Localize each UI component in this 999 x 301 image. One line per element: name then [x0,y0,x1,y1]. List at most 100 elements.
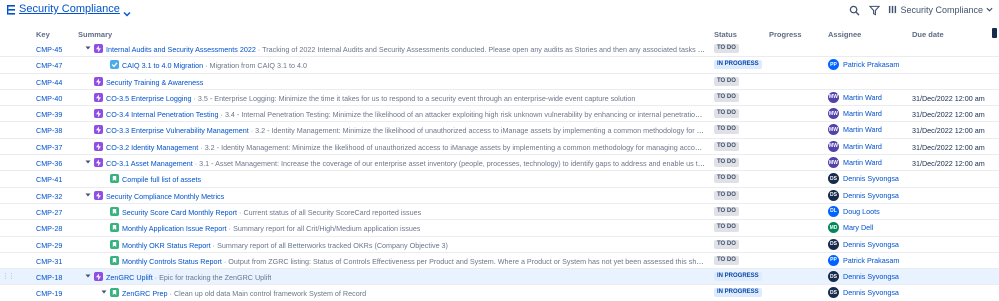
table-row[interactable]: CMP-32 Security Compliance Monthly Metric… [0,188,999,204]
issue-title-link[interactable]: Monthly Controls Status Report [122,257,222,266]
chevron-down-icon[interactable] [84,158,92,166]
column-header-progress[interactable]: Progress [769,30,802,39]
filter-icon[interactable] [868,4,880,16]
issue-key-link[interactable]: CMP-45 [36,45,62,54]
status-badge[interactable]: TO DO [714,223,739,233]
chevron-down-icon[interactable] [84,191,92,199]
chevron-down-icon[interactable] [100,288,108,296]
issue-key-link[interactable]: CMP-27 [36,208,62,217]
assignee-cell[interactable]: MW Martin Ward [828,108,882,120]
issue-key-link[interactable]: CMP-44 [36,78,62,87]
table-row[interactable]: CMP-29 Monthly OKR Status Report · Summar… [0,237,999,253]
issue-key-link[interactable]: CMP-28 [36,224,62,233]
issue-key-link[interactable]: CMP-29 [36,241,62,250]
assignee-cell[interactable]: DS Dennis Syvongsa [828,271,899,283]
assignee-cell[interactable]: PP Patrick Prakasam [828,254,899,266]
status-badge[interactable]: TO DO [714,125,739,135]
table-row[interactable]: CMP-28 Monthly Application Issue Report ·… [0,220,999,237]
issue-title-link[interactable]: CAIQ 3.1 to 4.0 Migration [122,61,203,70]
status-badge[interactable]: TO DO [714,141,739,151]
table-row[interactable]: CMP-47 CAIQ 3.1 to 4.0 Migration · Migrat… [0,57,999,74]
issue-title-link[interactable]: ZenGRC Uplift [106,273,153,282]
assignee-cell[interactable]: DS Dennis Syvongsa [828,287,899,299]
issue-key-link[interactable]: CMP-36 [36,159,62,168]
issue-key-link[interactable]: CMP-18 [36,273,62,282]
issue-title-link[interactable]: CO-3.4 Internal Penetration Testing [106,110,219,119]
status-badge[interactable]: TO DO [714,44,739,53]
issue-key-link[interactable]: CMP-39 [36,110,62,119]
issue-title-link[interactable]: CO-3.5 Enterprise Logging [106,94,192,103]
issue-title-link[interactable]: ZenGRC Prep [122,289,168,298]
status-badge[interactable]: TO DO [714,239,739,249]
assignee-cell[interactable]: MW Martin Ward [828,124,882,136]
issue-title-link[interactable]: Internal Audits and Security Assessments… [106,45,256,54]
issue-title-link[interactable]: Compile full list of assets [122,175,201,184]
assignee-cell[interactable]: MW Martin Ward [828,157,882,169]
issue-title-link[interactable]: Security Compliance Monthly Metrics [106,192,224,201]
table-row[interactable]: CMP-36 CO-3.1 Asset Management · 3.1 - As… [0,155,999,172]
table-row[interactable]: CMP-45 Internal Audits and Security Asses… [0,41,999,58]
issue-title-link[interactable]: Monthly Application Issue Report [122,224,227,233]
issue-key-link[interactable]: CMP-32 [36,192,62,201]
status-badge[interactable]: TO DO [714,190,739,200]
chevron-down-icon[interactable] [84,44,92,52]
chevron-down-icon[interactable] [84,272,92,280]
table-row[interactable]: CMP-19 ZenGRC Prep · Clean up old data Ma… [0,285,999,301]
search-icon[interactable] [848,4,860,16]
plan-title-selector[interactable]: Security Compliance [6,3,131,17]
assignee-cell[interactable]: MD Mary Dell [828,222,873,234]
issue-description: Migration from CAIQ 3.1 to 4.0 [209,61,307,71]
status-badge[interactable]: TO DO [714,92,739,102]
issue-key-link[interactable]: CMP-47 [36,61,62,70]
column-header-due-date[interactable]: Due date [912,30,944,39]
issue-key-link[interactable]: CMP-38 [36,126,62,135]
issue-description: 3.4 - Internal Penetration Testing: Mini… [224,110,706,120]
issue-title-link[interactable]: CO-3.3 Enterprise Vulnerability Manageme… [106,126,249,135]
table-row[interactable]: CMP-31 Monthly Controls Status Report · O… [0,253,999,270]
issue-key-link[interactable]: CMP-40 [36,94,62,103]
column-header-summary[interactable]: Summary [78,30,112,39]
issue-title-link[interactable]: CO-3.1 Asset Management [106,159,193,168]
assignee-cell[interactable]: PP Patrick Prakasam [828,59,899,71]
table-row[interactable]: CMP-38 CO-3.3 Enterprise Vulnerability Ma… [0,122,999,139]
status-badge[interactable]: TO DO [714,174,739,184]
page-title[interactable]: Security Compliance [19,3,120,15]
status-badge[interactable]: IN PROGRESS [714,288,762,298]
table-row[interactable]: CMP-41 Compile full list of assets TO DO DS… [0,171,999,188]
issue-title-link[interactable]: Monthly OKR Status Report [122,241,211,250]
status-badge[interactable]: TO DO [714,158,739,168]
issue-title-link[interactable]: CO-3.2 Identity Management [106,143,198,152]
due-date: 31/Dec/2022 12:00 am [912,93,985,103]
assignee-cell[interactable]: MW Martin Ward [828,140,882,152]
issue-key-link[interactable]: CMP-41 [36,175,62,184]
status-badge[interactable]: TO DO [714,76,739,86]
table-row[interactable]: ⋮⋮ CMP-18 ZenGRC Uplift · Epic for trackin… [0,269,999,286]
issue-title-link[interactable]: Security Score Card Monthly Report [122,208,237,217]
table-row[interactable]: CMP-37 CO-3.2 Identity Management · 3.2 -… [0,139,999,156]
table-row[interactable]: CMP-39 CO-3.4 Internal Penetration Testin… [0,106,999,123]
status-badge[interactable]: TO DO [714,255,739,265]
table-row[interactable]: CMP-27 Security Score Card Monthly Report… [0,204,999,221]
assignee-cell[interactable]: DL Doug Loots [828,205,880,217]
status-badge[interactable]: TO DO [714,109,739,119]
drag-handle-icon[interactable]: ⋮⋮ [2,272,15,280]
chevron-down-icon[interactable] [123,5,131,17]
status-badge[interactable]: IN PROGRESS [714,272,762,282]
column-resize-handle[interactable] [992,28,997,38]
assignee-cell[interactable]: DS Dennis Syvongsa [828,189,899,201]
status-badge[interactable]: IN PROGRESS [714,60,762,70]
view-selector[interactable]: Security Compliance [888,5,993,16]
assignee-cell[interactable]: MW Martin Ward [828,91,882,103]
table-row[interactable]: CMP-40 CO-3.5 Enterprise Logging · 3.5 - … [0,90,999,107]
column-header-assignee[interactable]: Assignee [828,30,861,39]
table-row[interactable]: CMP-44 Security Training & Awareness TO DO [0,74,999,90]
status-badge[interactable]: TO DO [714,206,739,216]
issue-key-link[interactable]: CMP-37 [36,143,62,152]
column-header-key[interactable]: Key [36,30,50,39]
assignee-cell[interactable]: DS Dennis Syvongsa [828,238,899,250]
assignee-cell[interactable]: DS Dennis Syvongsa [828,173,899,185]
issue-key-link[interactable]: CMP-19 [36,289,62,298]
issue-title-link[interactable]: Security Training & Awareness [106,78,203,87]
issue-key-link[interactable]: CMP-31 [36,257,62,266]
column-header-status[interactable]: Status [714,30,737,39]
